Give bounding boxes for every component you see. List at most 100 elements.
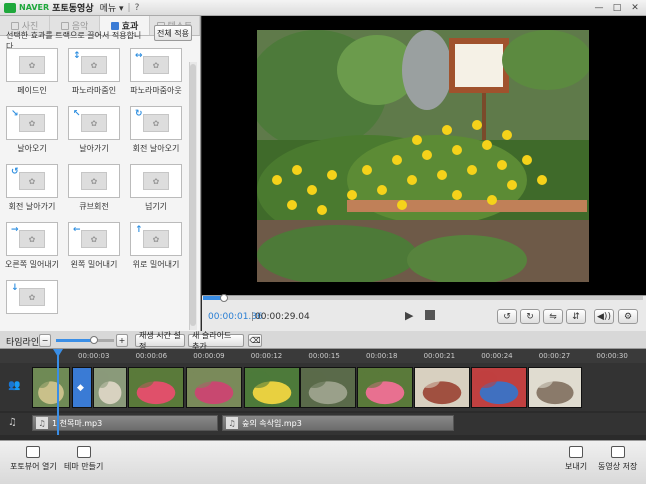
transition-marker-icon[interactable]: ◆ (77, 383, 84, 393)
flip-horizontal-button[interactable]: ⇋ (543, 309, 563, 324)
volume-button[interactable]: ◀)) (594, 309, 614, 324)
effect-label: 위로 밀어내기 (132, 260, 180, 269)
rotate-right-button[interactable]: ↻ (520, 309, 540, 324)
effect-item[interactable]: ✿ ↖ 날아가기 (66, 106, 122, 156)
make-theme-label: 테마 만들기 (64, 462, 104, 471)
settings-button[interactable]: ⚙ (618, 309, 638, 324)
flower-icon: ✿ (81, 172, 107, 190)
effect-thumbnail: ✿ (130, 164, 182, 198)
audio-clip-title: 1.천목마.mp3 (52, 418, 103, 428)
help-button[interactable]: ? (135, 3, 140, 13)
video-clip[interactable] (300, 367, 356, 408)
video-clip[interactable] (357, 367, 413, 408)
title-separator: | (127, 2, 131, 13)
export-label: 보내기 (565, 462, 588, 471)
video-clip[interactable] (93, 367, 127, 408)
effect-thumbnail: ✿ (6, 48, 58, 82)
video-clip[interactable] (244, 367, 300, 408)
flower-icon: ✿ (19, 230, 45, 248)
zoom-in-button[interactable]: + (116, 334, 128, 347)
effect-thumbnail: ✿ ↕ (68, 48, 120, 82)
preview-image (257, 30, 589, 282)
effect-label: 파노라마줌인 (71, 86, 117, 95)
flower-icon: ✿ (81, 230, 107, 248)
play-button[interactable]: ▶ (405, 309, 413, 322)
effect-item[interactable]: ✿ ↓ (4, 280, 60, 328)
playhead-line[interactable] (57, 349, 59, 435)
clip-thumbnail (301, 368, 355, 407)
audio-clip-title: 숲의 속삭임.mp3 (242, 418, 302, 428)
effect-item[interactable]: ✿ ↑ 위로 밀어내기 (128, 222, 184, 272)
video-clip[interactable] (414, 367, 470, 408)
export-button[interactable]: 보내기 (565, 446, 587, 472)
video-clip[interactable] (471, 367, 527, 408)
effect-label: 왼쪽 밀어내기 (70, 260, 118, 269)
main-menu-button[interactable]: 메뉴 ▾ (100, 1, 124, 14)
flower-icon: ✿ (19, 172, 45, 190)
flower-icon: ✿ (19, 56, 45, 74)
video-clip[interactable] (32, 367, 70, 408)
effect-thumbnail: ✿ ↔ (130, 48, 182, 82)
ruler-tick-label: 00:00:03 (78, 352, 110, 360)
clip-thumbnail (415, 368, 469, 407)
maximize-button[interactable]: □ (612, 3, 622, 13)
clip-thumbnail (472, 368, 526, 407)
audio-clip-1[interactable]: ♫ 1.천목마.mp3 (32, 415, 218, 431)
theme-icon (76, 446, 91, 458)
video-clip[interactable] (528, 367, 582, 408)
effect-item[interactable]: ✿ ↕ 파노라마줌인 (66, 48, 122, 98)
effect-item[interactable]: ✿ ↘ 날아오기 (4, 106, 60, 156)
total-time: 00:00:29.04 (255, 312, 310, 322)
effect-arrow-icon: ↻ (135, 109, 143, 119)
delete-icon[interactable]: ⌫ (248, 334, 262, 347)
seek-bar[interactable] (203, 296, 643, 300)
photo-track-icon: 👥 (8, 380, 21, 391)
open-photo-viewer-button[interactable]: 포토뷰어 열기 (10, 446, 57, 472)
add-slide-button[interactable]: 새 슬라이드 추가 (188, 331, 244, 351)
flower-icon: ✿ (143, 56, 169, 74)
photo-icon (10, 21, 19, 30)
zoom-out-button[interactable]: − (39, 334, 51, 347)
flower-icon: ✿ (81, 56, 107, 74)
play-time-setting-button[interactable]: 재생 시간 설정 (135, 331, 185, 351)
effect-item[interactable]: ✿ 큐브회전 (66, 164, 122, 214)
flip-vertical-button[interactable]: ⇵ (566, 309, 586, 324)
clip-thumbnail (129, 368, 183, 407)
effects-scroll-thumb[interactable] (190, 64, 196, 326)
make-theme-button[interactable]: 테마 만들기 (64, 446, 103, 472)
ruler-tick-label: 00:00:09 (193, 352, 225, 360)
apply-all-button[interactable]: 전체 적용 (154, 25, 192, 41)
effect-item[interactable]: ✿ ↻ 회전 날아오기 (128, 106, 184, 156)
clip-thumbnail (187, 368, 241, 407)
effects-icon (110, 21, 119, 30)
video-clip[interactable] (128, 367, 184, 408)
effect-arrow-icon: ↘ (11, 109, 19, 119)
close-button[interactable]: ✕ (630, 3, 640, 13)
effect-item[interactable]: ✿ → 오른쪽 밀어내기 (4, 222, 60, 272)
rotate-left-button[interactable]: ↺ (497, 309, 517, 324)
seek-handle[interactable] (219, 294, 228, 302)
effect-thumbnail: ✿ ← (68, 222, 120, 256)
effect-thumbnail: ✿ ↻ (130, 106, 182, 140)
save-video-button[interactable]: 동영상 저장 (598, 446, 637, 472)
effect-thumbnail: ✿ ↖ (68, 106, 120, 140)
effect-label: 날아오기 (17, 144, 47, 153)
effect-item[interactable]: ✿ 넘기기 (128, 164, 184, 214)
zoom-slider-fill (56, 339, 94, 342)
effect-item[interactable]: ✿ 페이드인 (4, 48, 60, 98)
video-clip[interactable] (186, 367, 242, 408)
minimize-button[interactable]: — (594, 3, 604, 13)
audio-clip-2[interactable]: ♫ 숲의 속삭임.mp3 (222, 415, 454, 431)
save-video-label: 동영상 저장 (598, 462, 638, 471)
stop-button[interactable] (425, 310, 435, 320)
effect-item[interactable]: ✿ ← 왼쪽 밀어내기 (66, 222, 122, 272)
effect-arrow-icon: ↕ (73, 51, 81, 61)
effect-item[interactable]: ✿ ↺ 회전 날아가기 (4, 164, 60, 214)
export-icon (569, 446, 584, 458)
zoom-slider-handle[interactable] (89, 336, 98, 344)
clip-thumbnail (94, 368, 126, 407)
effect-item[interactable]: ✿ ↔ 파노라마줌아웃 (128, 48, 184, 98)
time-separator: | (251, 312, 255, 322)
flower-icon: ✿ (143, 230, 169, 248)
effect-arrow-icon: ↔ (135, 51, 143, 61)
